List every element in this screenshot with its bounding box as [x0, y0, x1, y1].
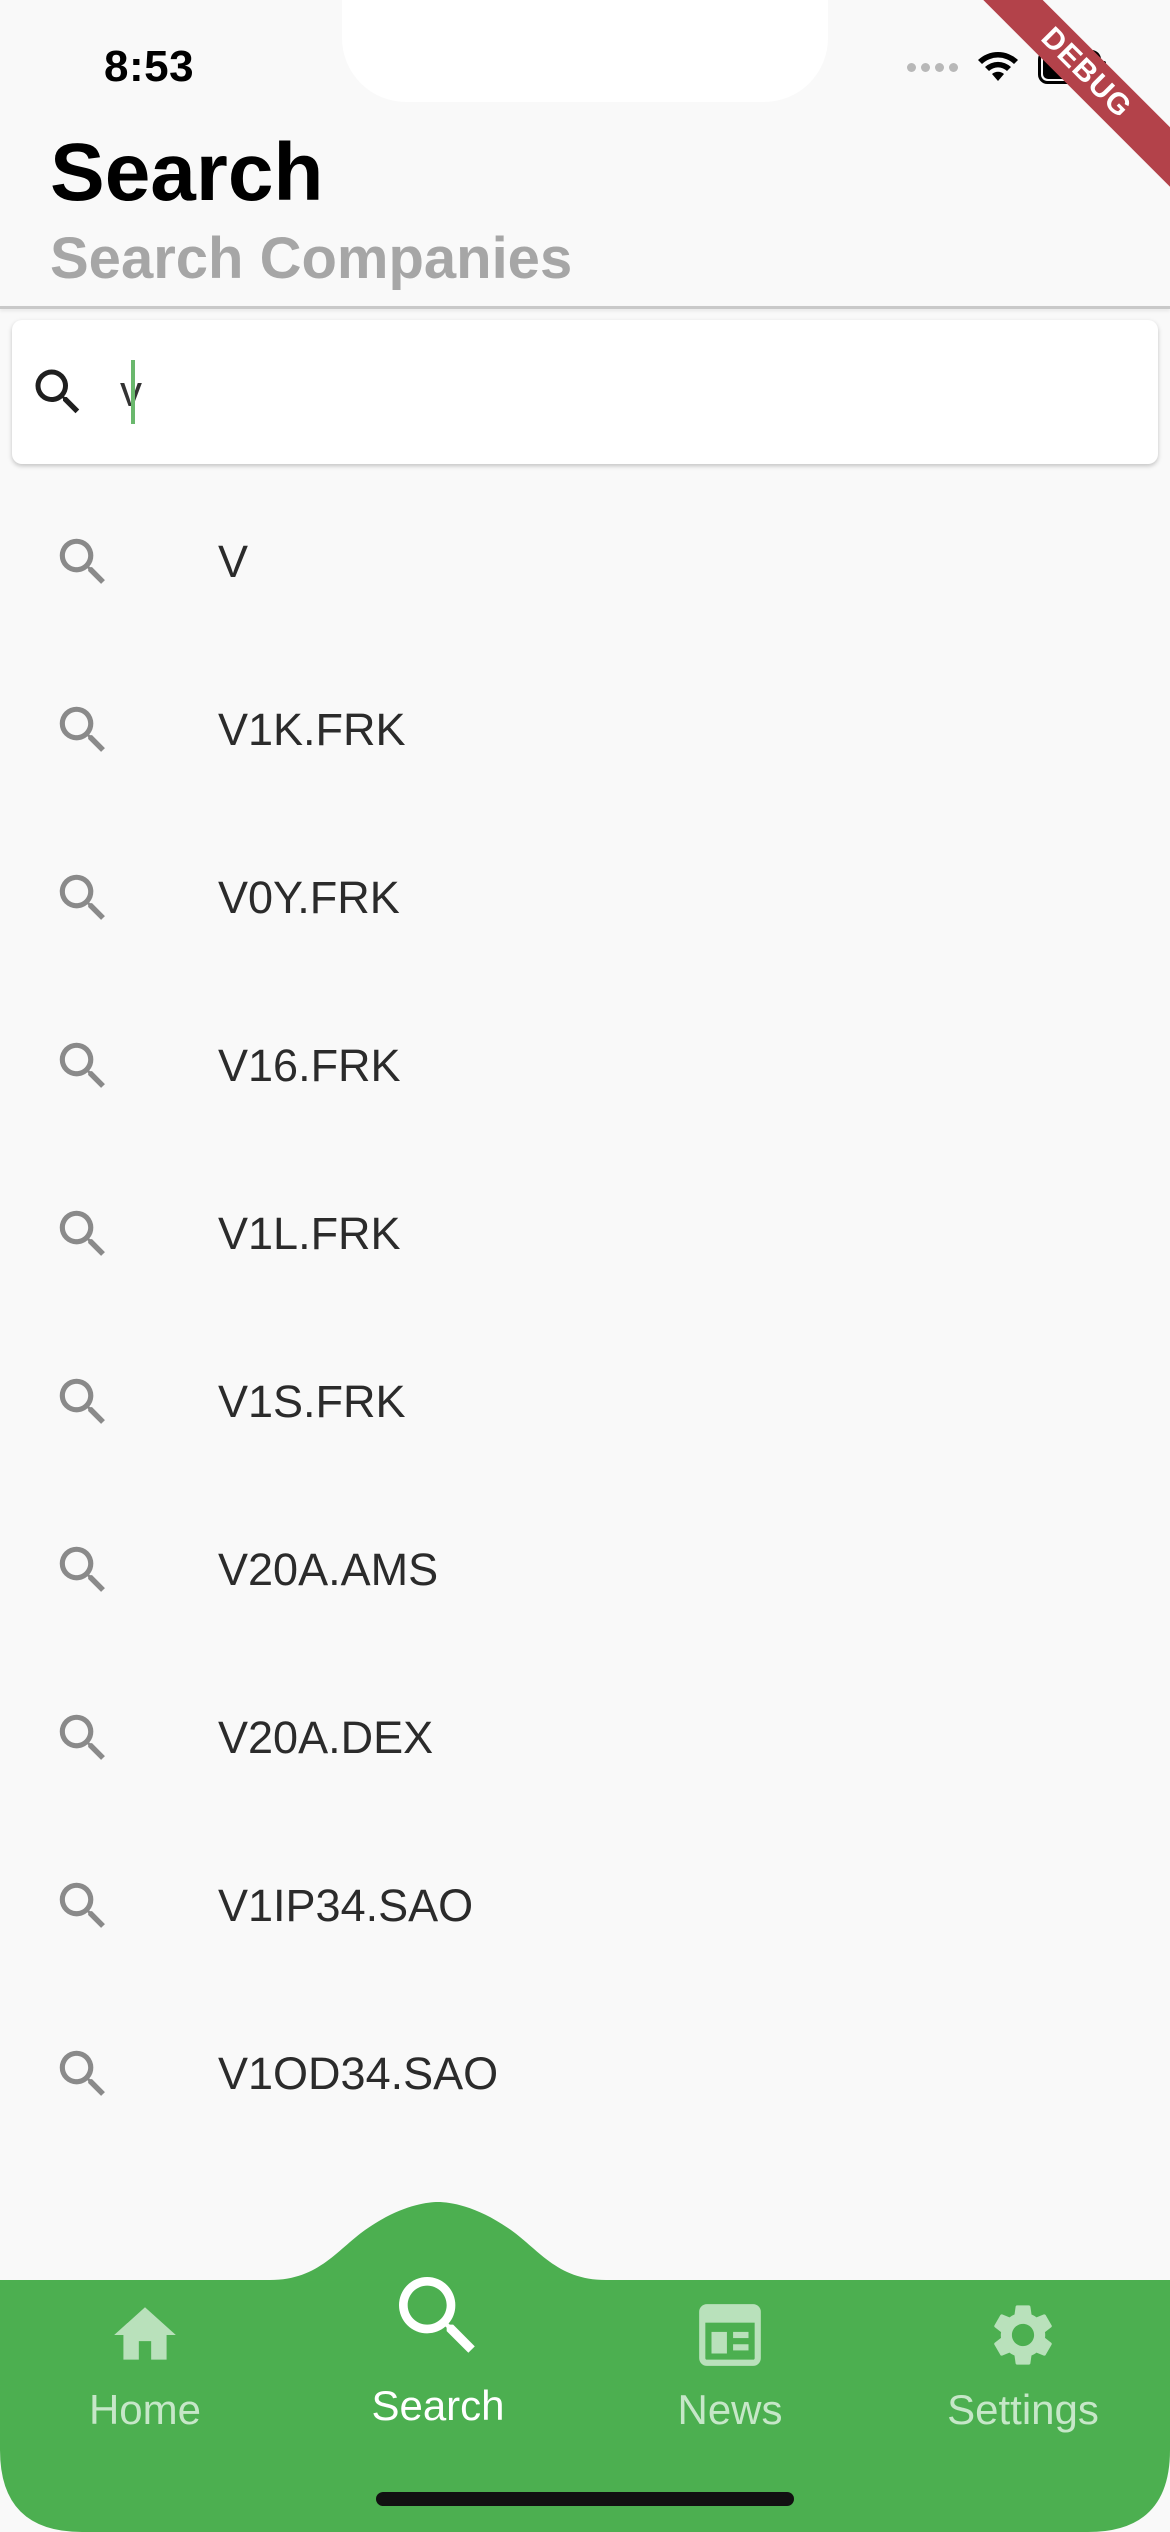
search-result-label: V16.FRK [218, 1040, 401, 1091]
search-icon [52, 1707, 114, 1769]
search-result-label: V [218, 536, 249, 587]
search-icon [52, 867, 114, 929]
search-icon [52, 699, 114, 761]
search-result-row[interactable]: V20A.DEX [0, 1654, 1170, 1822]
nav-label-home: Home [88, 2386, 202, 2433]
newspaper-icon [693, 2298, 767, 2372]
search-result-row[interactable]: V16.FRK [0, 982, 1170, 1150]
search-icon [52, 1371, 114, 1433]
search-icon [28, 362, 88, 422]
search-result-row[interactable]: V [0, 478, 1170, 646]
search-icon [52, 1875, 114, 1937]
nav-item-settings[interactable]: Settings [903, 2298, 1143, 2448]
search-result-label: V1S.FRK [218, 1376, 406, 1427]
gear-icon [986, 2298, 1060, 2372]
cellular-signal-icon [907, 62, 958, 72]
search-result-label: V0Y.FRK [218, 872, 400, 923]
search-icon [386, 2264, 490, 2368]
search-result-row[interactable]: V1S.FRK [0, 1318, 1170, 1486]
search-result-row[interactable]: V20A.AMS [0, 1486, 1170, 1654]
page-title: Search [50, 127, 324, 218]
search-result-label: V1IP34.SAO [218, 1880, 474, 1931]
search-result-label: V1K.FRK [218, 704, 406, 755]
search-result-label: V1OD34.SAO [218, 2048, 499, 2099]
home-icon [108, 2298, 182, 2372]
search-input[interactable] [108, 350, 1120, 434]
status-bar: 8:53 [0, 0, 1170, 120]
search-result-row[interactable]: V1K.FRK [0, 646, 1170, 814]
battery-icon [1038, 50, 1106, 84]
display-notch [342, 0, 828, 102]
search-results-list: V V1K.FRK V0Y.FRK V16.FRK V1L.FRK V1S.FR… [0, 478, 1170, 2158]
nav-item-search[interactable]: Search [318, 2264, 558, 2429]
search-icon [52, 1539, 114, 1601]
search-result-row[interactable]: V1OD34.SAO [0, 1990, 1170, 2158]
search-result-label: V1L.FRK [218, 1208, 401, 1259]
search-result-label: V20A.DEX [218, 1712, 434, 1763]
nav-label-news: News [677, 2386, 783, 2433]
search-icon [52, 1203, 114, 1265]
nav-item-home[interactable]: Home [25, 2298, 265, 2448]
home-indicator [376, 2492, 794, 2506]
search-field[interactable] [12, 320, 1158, 464]
nav-label-settings: Settings [947, 2386, 1099, 2433]
search-result-label: V20A.AMS [218, 1544, 439, 1595]
bottom-navigation-bar: Home Search News Settings [0, 2190, 1170, 2532]
search-icon [52, 1035, 114, 1097]
text-caret [131, 360, 135, 424]
nav-label-search: Search [371, 2382, 505, 2429]
search-icon [52, 531, 114, 593]
page-subtitle: Search Companies [50, 226, 573, 291]
status-time: 8:53 [104, 42, 195, 91]
search-result-row[interactable]: V1IP34.SAO [0, 1822, 1170, 1990]
header-divider [0, 306, 1170, 309]
search-result-row[interactable]: V0Y.FRK [0, 814, 1170, 982]
nav-item-news[interactable]: News [610, 2298, 850, 2448]
search-result-row[interactable]: V1L.FRK [0, 1150, 1170, 1318]
status-icons [907, 50, 1108, 84]
wifi-icon [978, 52, 1018, 81]
search-icon [52, 2043, 114, 2105]
